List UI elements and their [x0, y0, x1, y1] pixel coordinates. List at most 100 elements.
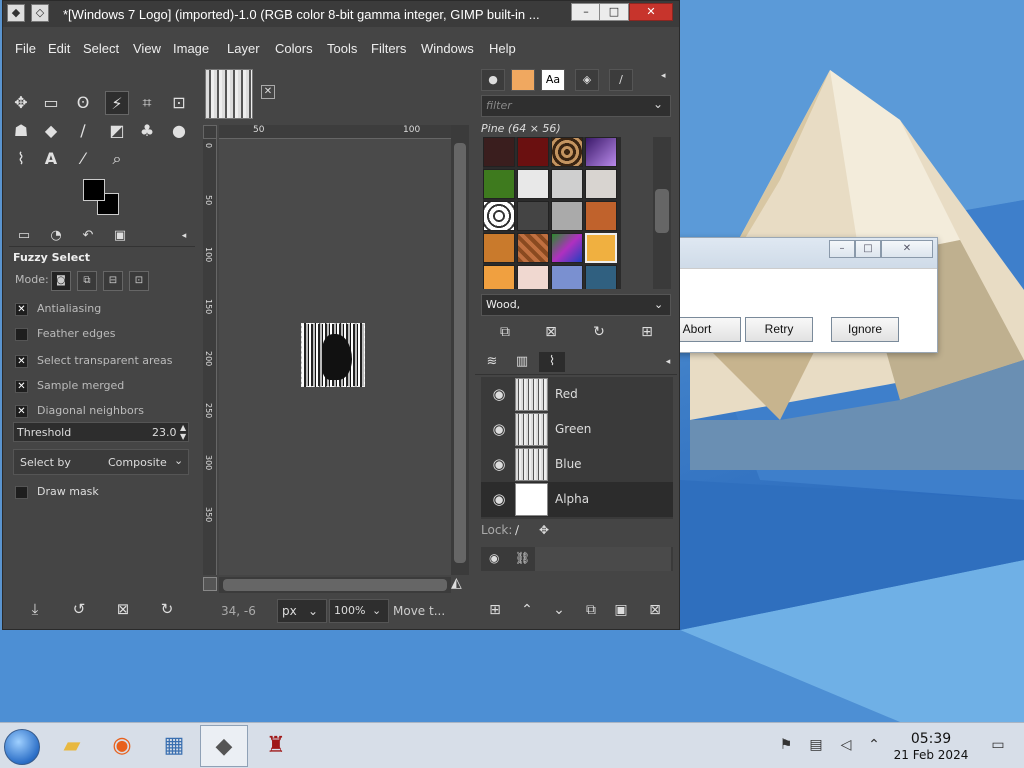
- undo-history-tab-icon[interactable]: ↶: [75, 226, 101, 246]
- visibility-eye-icon[interactable]: ◉: [489, 385, 509, 403]
- menu-windows[interactable]: Windows: [421, 41, 474, 56]
- pattern-swatch[interactable]: [517, 233, 549, 263]
- ruler-origin-icon[interactable]: [203, 125, 217, 139]
- channel-to-selection-icon[interactable]: ▣: [609, 599, 633, 621]
- menu-edit[interactable]: Edit: [48, 41, 70, 56]
- mask-eye-icon[interactable]: ◉: [489, 551, 499, 565]
- vertical-scroll-thumb[interactable]: [454, 143, 466, 563]
- menu-file[interactable]: File: [15, 41, 36, 56]
- selection-mask-row[interactable]: ◉ ⛓: [481, 547, 673, 571]
- clone-tool-icon[interactable]: ♣: [135, 119, 159, 143]
- new-channel-icon[interactable]: ⊞: [483, 599, 507, 621]
- duplicate-channel-icon[interactable]: ⧉: [579, 599, 603, 621]
- eraser-icon[interactable]: ◩: [105, 119, 129, 143]
- chevron-up-icon[interactable]: ⌃: [864, 735, 884, 755]
- menu-view[interactable]: View: [133, 41, 161, 56]
- pattern-swatch[interactable]: [585, 265, 617, 289]
- draw-mask-checkbox[interactable]: [15, 486, 28, 499]
- spin-arrows-icon[interactable]: ▲ ▼: [180, 423, 186, 441]
- paths-tool-icon[interactable]: ⌇: [9, 147, 33, 171]
- image-tab-thumbnail[interactable]: [205, 69, 253, 119]
- wine-icon[interactable]: ♜: [252, 725, 300, 767]
- visibility-eye-icon[interactable]: ◉: [489, 455, 509, 473]
- gimp-app-icon[interactable]: ◆: [7, 4, 25, 22]
- filter-chevron-down-icon[interactable]: ⌄: [653, 97, 663, 111]
- smudge-tool-icon[interactable]: ●: [167, 119, 191, 143]
- canvas[interactable]: [219, 139, 451, 575]
- window-titlebar[interactable]: ◆ ◇ *[Windows 7 Logo] (imported)-1.0 (RG…: [3, 1, 679, 27]
- horizontal-scroll-thumb[interactable]: [223, 579, 447, 591]
- pattern-tag-select[interactable]: Wood, ⌄: [481, 294, 671, 316]
- mode-subtract-button[interactable]: ⊟: [103, 271, 123, 291]
- vertical-ruler[interactable]: 0 50 100 150 200 250 300 350: [203, 139, 217, 575]
- pattern-swatch[interactable]: [483, 265, 515, 289]
- pattern-swatch[interactable]: [551, 265, 583, 289]
- start-button[interactable]: [4, 729, 40, 765]
- dialog-close-button[interactable]: ✕: [881, 240, 933, 258]
- firefox-icon[interactable]: ◉: [98, 725, 146, 767]
- channel-row-green[interactable]: ◉ Green: [481, 412, 673, 447]
- delete-options-icon[interactable]: ⊠: [111, 597, 135, 621]
- dock-menu-icon[interactable]: ◂: [661, 71, 666, 81]
- pattern-swatch[interactable]: [517, 201, 549, 231]
- threshold-slider[interactable]: Threshold 23.0 ▲ ▼: [13, 422, 189, 442]
- control-panel-icon[interactable]: ▦: [150, 725, 198, 767]
- paint-dynamics-tab-icon[interactable]: ∕: [609, 69, 633, 91]
- gradients-tab-icon[interactable]: ◈: [575, 69, 599, 91]
- images-tab-icon[interactable]: ▣: [107, 226, 133, 246]
- channel-row-red[interactable]: ◉ Red: [481, 377, 673, 412]
- pattern-swatch[interactable]: [483, 201, 515, 231]
- clock-date[interactable]: 21 Feb 2024: [892, 748, 970, 762]
- feather-edges-checkbox[interactable]: [15, 328, 28, 341]
- image-content[interactable]: [301, 323, 365, 387]
- pattern-swatch[interactable]: [551, 137, 583, 167]
- quick-mask-icon[interactable]: [203, 577, 217, 591]
- reset-options-icon[interactable]: ↻: [155, 597, 179, 621]
- menu-image[interactable]: Image: [173, 41, 209, 56]
- lock-position-icon[interactable]: ✥: [539, 523, 549, 537]
- mode-intersect-button[interactable]: ⊡: [129, 271, 149, 291]
- mask-chain-icon[interactable]: ⛓: [515, 551, 530, 565]
- pattern-scrollbar[interactable]: [653, 137, 671, 289]
- maximize-button[interactable]: □: [599, 3, 629, 21]
- lock-pixels-icon[interactable]: ∕: [515, 523, 519, 537]
- dialog-titlebar[interactable]: – □ ✕: [641, 238, 937, 268]
- zoom-tool-icon[interactable]: ⌕: [105, 147, 129, 171]
- color-picker-icon[interactable]: ⁄: [71, 147, 95, 171]
- show-desktop-icon[interactable]: ▭: [988, 735, 1008, 755]
- fuzzy-select-tool-icon[interactable]: ⚡: [105, 91, 129, 115]
- zoom-select[interactable]: 100% ⌄: [329, 599, 389, 623]
- delete-pattern-icon[interactable]: ⊠: [539, 321, 563, 343]
- pattern-scroll-thumb[interactable]: [655, 189, 669, 233]
- channels-tab-icon[interactable]: ▥: [509, 352, 535, 372]
- lasso-tool-icon[interactable]: ʘ: [71, 91, 95, 115]
- select-by-dropdown[interactable]: Select by Composite ⌄: [13, 449, 189, 475]
- crop-tool-icon[interactable]: ⌗: [135, 91, 159, 115]
- bucket-fill-icon[interactable]: ◆: [39, 119, 63, 143]
- pattern-swatch[interactable]: [517, 137, 549, 167]
- tray-updates-icon[interactable]: ⚑: [776, 735, 796, 755]
- pattern-filter-input[interactable]: filter: [481, 95, 671, 117]
- vertical-scrollbar[interactable]: [451, 125, 469, 575]
- foreground-color-swatch[interactable]: [83, 179, 105, 201]
- dialog-maximize-button[interactable]: □: [855, 240, 881, 258]
- refresh-patterns-icon[interactable]: ↻: [587, 321, 611, 343]
- device-status-tab-icon[interactable]: ◔: [43, 226, 69, 246]
- pattern-swatch[interactable]: [483, 169, 515, 199]
- raise-channel-icon[interactable]: ⌃: [515, 599, 539, 621]
- brushes-tab-icon[interactable]: ●: [481, 69, 505, 91]
- clock-time[interactable]: 05:39: [896, 731, 966, 747]
- menu-layer[interactable]: Layer: [227, 41, 260, 56]
- channel-row-blue[interactable]: ◉ Blue: [481, 447, 673, 482]
- paths-tab-icon[interactable]: ⌇: [539, 352, 565, 372]
- pattern-swatch[interactable]: [585, 201, 617, 231]
- mask-name-field[interactable]: [535, 547, 671, 571]
- minimize-button[interactable]: –: [571, 3, 601, 21]
- gimp-taskbar-icon[interactable]: ◆: [200, 725, 248, 767]
- pattern-swatch[interactable]: [585, 169, 617, 199]
- ignore-button[interactable]: Ignore: [831, 317, 899, 342]
- menu-filters[interactable]: Filters: [371, 41, 406, 56]
- mode-replace-button[interactable]: ◙: [51, 271, 71, 291]
- menu-help[interactable]: Help: [489, 41, 516, 56]
- retry-button[interactable]: Retry: [745, 317, 813, 342]
